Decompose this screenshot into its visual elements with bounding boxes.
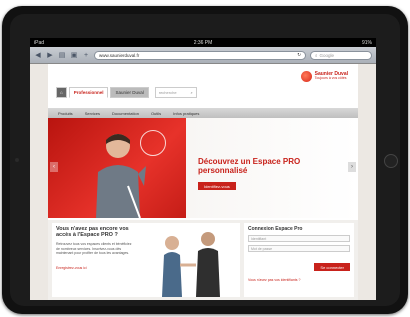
login-title: Connexion Espace Pro	[248, 226, 303, 232]
forward-icon[interactable]: ▶	[46, 51, 54, 59]
promo-title: Vous n'avez pas encore vos accès à l'Esp…	[56, 226, 129, 239]
device-label: iPad	[34, 39, 45, 46]
nav-item-services[interactable]: Services	[85, 111, 100, 116]
safari-toolbar: ◀ ▶ ▤ ▣ + www.saunierduval.fr ↻ ⌕ Google	[30, 47, 376, 64]
site-tabs: ⌂ Professionnel Saunier Duval recherche …	[56, 87, 197, 98]
ipad-device: iPad 2:36 PM 91% ◀ ▶ ▤ ▣ + www.saunierdu…	[2, 6, 408, 314]
hero-image: ‹	[48, 118, 186, 218]
password-field[interactable]: Mot de passe	[248, 245, 350, 252]
pages-icon[interactable]: ▣	[70, 51, 78, 59]
logo-tagline: Toujours à vos côtés	[314, 76, 347, 81]
site-search-input[interactable]: recherche ⌕	[154, 87, 197, 98]
logo-mark-icon	[300, 71, 312, 82]
forgot-credentials-link[interactable]: Vous n'avez pas vos identifiants ?	[248, 278, 300, 282]
main-nav: Produits Services Documentation Outils I…	[48, 108, 358, 118]
carousel-prev-icon[interactable]: ‹	[50, 162, 58, 172]
tab-saunier-duval[interactable]: Saunier Duval	[110, 87, 149, 98]
nav-item-infos[interactable]: Infos pratiques	[173, 111, 199, 116]
username-field[interactable]: Identifiant	[248, 235, 350, 242]
site-search-placeholder: recherche	[158, 90, 177, 95]
hero-person-illustration	[96, 134, 146, 218]
home-icon: ⌂	[60, 90, 63, 95]
clock: 2:36 PM	[193, 39, 213, 46]
login-button[interactable]: Se connecter	[314, 263, 350, 271]
bottom-section: Vous n'avez pas encore vos accès à l'Esp…	[48, 220, 358, 300]
hero-bulb-graphic	[140, 130, 166, 156]
saunier-duval-logo[interactable]: Saunier Duval Toujours à vos côtés	[300, 71, 348, 82]
site-header: Saunier Duval Toujours à vos côtés ⌂ Pro…	[48, 64, 358, 108]
back-icon[interactable]: ◀	[34, 51, 42, 59]
handshake-illustration	[162, 232, 220, 297]
nav-item-outils[interactable]: Outils	[151, 111, 161, 116]
browser-search-input[interactable]: ⌕ Google	[310, 50, 372, 60]
login-panel: Connexion Espace Pro Identifiant Mot de …	[244, 223, 354, 297]
ipad-screen: iPad 2:36 PM 91% ◀ ▶ ▤ ▣ + www.saunierdu…	[30, 38, 376, 300]
url-text: www.saunierduval.fr	[99, 52, 140, 58]
home-button[interactable]	[384, 154, 398, 168]
nav-item-documentation[interactable]: Documentation	[112, 111, 139, 116]
search-icon[interactable]: ⌕	[191, 90, 193, 95]
hero-title: Découvrez un Espace PRO personnalisé	[198, 157, 301, 175]
hero-login-button[interactable]: Identifiez-vous	[198, 182, 236, 190]
address-bar[interactable]: www.saunierduval.fr ↻	[94, 50, 306, 60]
battery-indicator: 91%	[361, 39, 372, 46]
tab-professionnel[interactable]: Professionnel	[68, 87, 109, 98]
nav-item-produits[interactable]: Produits	[58, 111, 73, 116]
carousel-next-icon[interactable]: ›	[348, 162, 356, 172]
website-page: Saunier Duval Toujours à vos côtés ⌂ Pro…	[48, 64, 358, 300]
bookmarks-icon[interactable]: ▤	[58, 51, 66, 59]
add-bookmark-icon[interactable]: +	[82, 52, 90, 59]
status-bar: iPad 2:36 PM 91%	[30, 38, 376, 47]
register-link[interactable]: Enregistrez-vous ici	[56, 266, 87, 270]
search-icon: ⌕	[315, 52, 318, 58]
promo-text: Retrouvez tous vos espaces clients et bé…	[56, 242, 132, 256]
front-camera	[15, 158, 19, 162]
promo-panel: Vous n'avez pas encore vos accès à l'Esp…	[52, 223, 240, 297]
tab-home[interactable]: ⌂	[56, 87, 67, 98]
reload-icon[interactable]: ↻	[297, 52, 301, 58]
hero-banner: ‹ Découvrez un Espace PRO personnalisé I…	[48, 118, 358, 218]
browser-search-placeholder: Google	[319, 52, 335, 58]
